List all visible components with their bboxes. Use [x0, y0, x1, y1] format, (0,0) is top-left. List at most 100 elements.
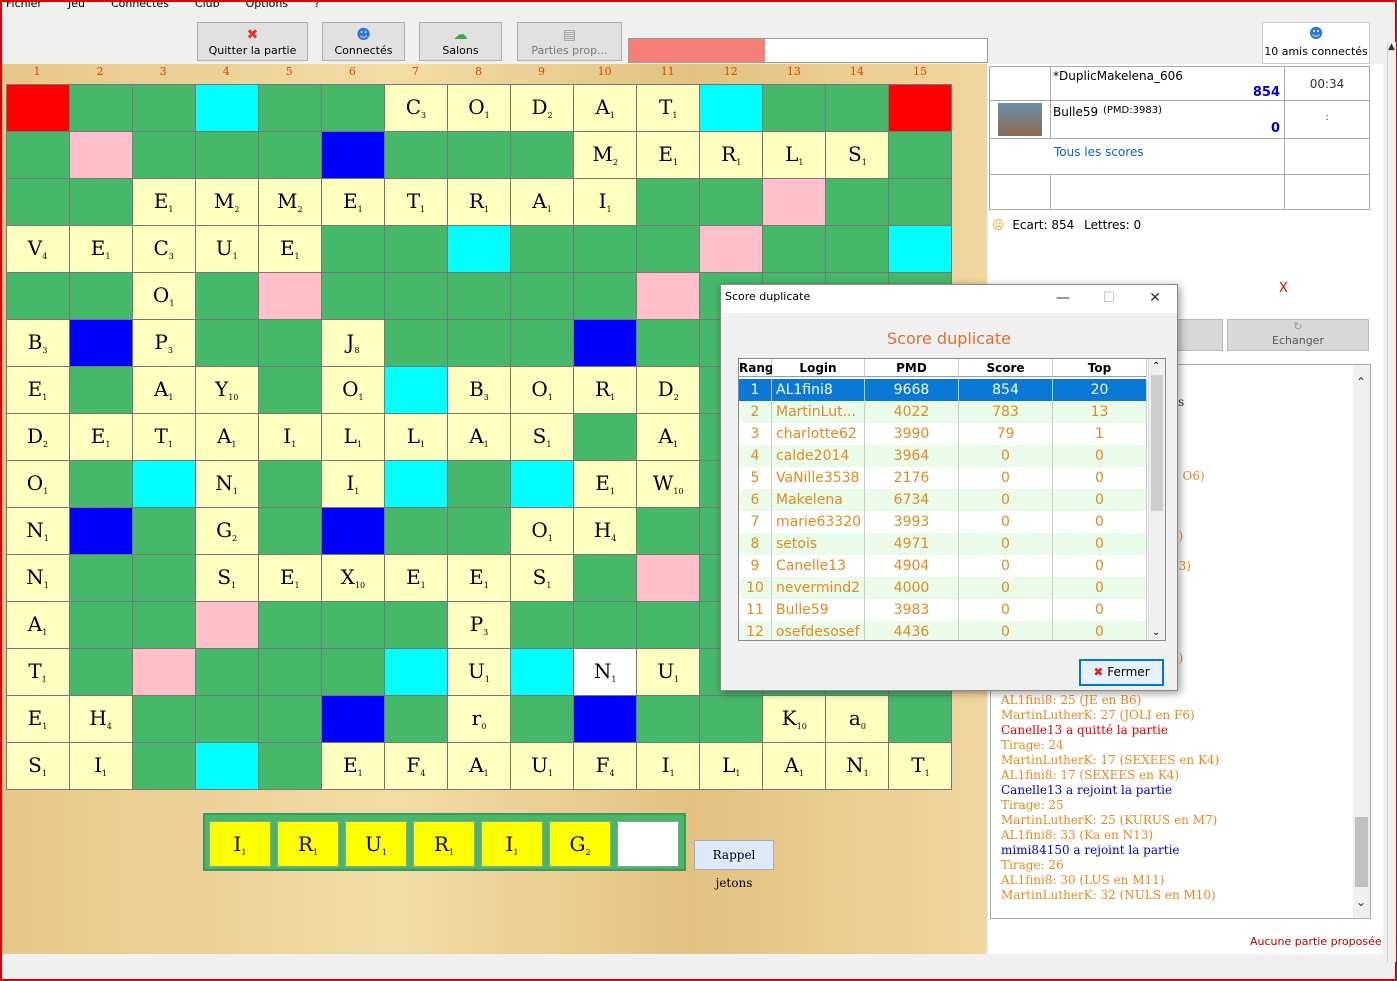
score-duplicate-dialog[interactable]: Score duplicate — ☐ ✕ Score duplicate Ra…	[720, 284, 1178, 691]
board-square[interactable]	[637, 555, 700, 602]
board-tile[interactable]: J8	[321, 319, 384, 366]
board-tile[interactable]: A1	[447, 413, 511, 461]
board-square[interactable]	[258, 602, 321, 649]
menu-item-4[interactable]: Options	[246, 2, 288, 10]
board-square[interactable]	[69, 508, 132, 555]
board-square[interactable]	[574, 413, 637, 461]
score-row[interactable]: 4 calde2014 3964 0 0	[739, 445, 1147, 467]
board-square[interactable]	[511, 225, 574, 272]
board-square[interactable]	[700, 178, 763, 225]
board-tile[interactable]: r0	[447, 696, 511, 743]
board-square[interactable]	[258, 272, 321, 319]
board-square[interactable]	[637, 178, 700, 225]
board-tile[interactable]: M2	[574, 131, 637, 178]
menu-item-3[interactable]: Club	[195, 2, 220, 10]
board-square[interactable]	[132, 555, 195, 602]
board-square[interactable]	[637, 602, 700, 649]
board-tile[interactable]: E1	[132, 178, 195, 225]
board-tile[interactable]: O1	[132, 272, 195, 319]
score-row[interactable]: 9 Canelle13 4904 0 0	[739, 555, 1147, 577]
board-square[interactable]	[384, 696, 447, 743]
board-tile[interactable]: S1	[6, 743, 69, 790]
board-tile[interactable]: R1	[574, 366, 637, 413]
board-square[interactable]	[258, 131, 321, 178]
board-square[interactable]	[132, 461, 195, 508]
board-tile[interactable]: P3	[132, 319, 195, 366]
board-square[interactable]	[447, 131, 511, 178]
board-square[interactable]	[258, 84, 321, 131]
board-square[interactable]	[447, 461, 511, 508]
score-row[interactable]: 8 setois 4971 0 0	[739, 533, 1147, 555]
board-tile[interactable]: H4	[574, 508, 637, 555]
board-square[interactable]	[889, 178, 952, 225]
menu-item-5[interactable]: ?	[314, 2, 320, 10]
board-tile[interactable]: E1	[258, 555, 321, 602]
board-tile[interactable]: A1	[763, 743, 826, 790]
board-tile[interactable]: L1	[700, 743, 763, 790]
board-square[interactable]	[69, 178, 132, 225]
board-square[interactable]	[384, 602, 447, 649]
board-tile[interactable]: T1	[889, 743, 952, 790]
board-square[interactable]	[637, 319, 700, 366]
board-square[interactable]	[447, 508, 511, 555]
board-tile[interactable]: R1	[700, 131, 763, 178]
board-square[interactable]	[700, 84, 763, 131]
board-square[interactable]	[384, 461, 447, 508]
board-tile[interactable]: D2	[511, 84, 574, 131]
board-square[interactable]	[132, 131, 195, 178]
column-header-login[interactable]: Login	[772, 359, 865, 377]
board-square[interactable]	[574, 696, 637, 743]
score-row[interactable]: 11 Bulle59 3983 0 0	[739, 599, 1147, 621]
board-square[interactable]	[195, 649, 258, 696]
board-square[interactable]	[763, 84, 826, 131]
board-square[interactable]	[700, 696, 763, 743]
board-tile[interactable]: N1	[195, 461, 258, 508]
score-row[interactable]: 3 charlotte62 3990 79 1	[739, 423, 1147, 445]
board-tile[interactable]: O1	[6, 461, 69, 508]
board-square[interactable]	[637, 272, 700, 319]
board-tile[interactable]: G2	[195, 508, 258, 555]
board-square[interactable]	[195, 743, 258, 790]
board-square[interactable]	[69, 366, 132, 413]
board-tile[interactable]: S1	[511, 555, 574, 602]
board-square[interactable]	[6, 84, 69, 131]
board-tile[interactable]: E1	[321, 743, 384, 790]
board-square[interactable]	[447, 319, 511, 366]
board-square[interactable]	[195, 602, 258, 649]
board-tile[interactable]: N1	[826, 743, 889, 790]
board-tile[interactable]: F4	[574, 743, 637, 790]
board-tile[interactable]: U1	[195, 225, 258, 272]
board-tile[interactable]: C3	[132, 225, 195, 272]
board-tile[interactable]: K10	[763, 696, 826, 743]
board-square[interactable]	[258, 461, 321, 508]
chat-scroll-thumb[interactable]	[1355, 817, 1368, 887]
score-row[interactable]: 2 MartinLut... 4022 783 13	[739, 401, 1147, 423]
board-square[interactable]	[258, 366, 321, 413]
rooms-button[interactable]: ☁ Salons	[419, 22, 502, 61]
board-square[interactable]	[6, 272, 69, 319]
board-square[interactable]	[321, 508, 384, 555]
board-tile[interactable]: L1	[384, 413, 447, 461]
board-tile[interactable]: A1	[132, 366, 195, 413]
score-row[interactable]: 7 marie63320 3993 0 0	[739, 511, 1147, 533]
rack-tile[interactable]: G2	[549, 821, 611, 867]
board-square[interactable]	[637, 508, 700, 555]
score-list[interactable]: Rang Login PMD Score Top 1 AL1fini8 9668 854 20 2…	[738, 358, 1166, 641]
rack-tile[interactable]: R1	[413, 821, 475, 867]
board-square[interactable]	[69, 131, 132, 178]
board-square[interactable]	[69, 319, 132, 366]
board-square[interactable]	[69, 555, 132, 602]
board-square[interactable]	[384, 225, 447, 272]
board-square[interactable]	[511, 461, 574, 508]
board-square[interactable]	[195, 131, 258, 178]
board-square[interactable]	[826, 178, 889, 225]
board-tile[interactable]: A1	[511, 178, 574, 225]
board-square[interactable]	[384, 508, 447, 555]
rack-tile[interactable]: U1	[345, 821, 407, 867]
board-tile[interactable]: I1	[258, 413, 321, 461]
board-square[interactable]	[195, 319, 258, 366]
exchange-button[interactable]: ↻ Echanger	[1227, 319, 1369, 351]
board-tile[interactable]: A1	[447, 743, 511, 790]
board-tile[interactable]: E1	[574, 461, 637, 508]
score-row[interactable]: 12 osefdesosef 4436 0 0	[739, 621, 1147, 640]
